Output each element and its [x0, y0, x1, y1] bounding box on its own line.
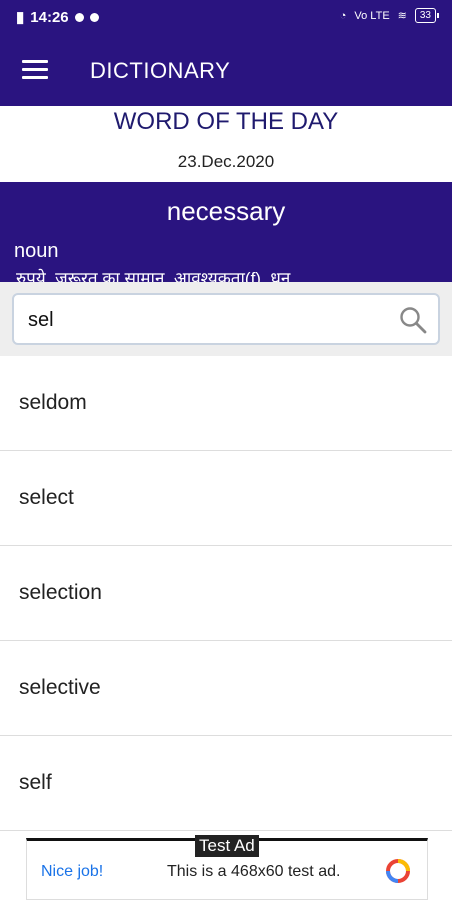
results-list: seldom select selection selective self: [0, 356, 452, 831]
list-item[interactable]: seldom: [0, 356, 452, 451]
status-right: ◔ Vo LTE ≋ 33: [339, 8, 440, 23]
status-time: 14:26: [30, 8, 69, 26]
network-label: Vo LTE: [354, 9, 390, 22]
word-of-day-word: necessary: [166, 196, 286, 226]
signal-icon: ▮: [16, 9, 25, 26]
hamburger-menu-icon[interactable]: [22, 60, 48, 80]
word-of-day-meaning: रुपये, जरूरत का सामान, आवश्यकता(f), धन: [16, 269, 291, 282]
status-bar: ▮ 14:26 ◔ Vo LTE ≋ 33: [0, 0, 452, 36]
word-of-day-heading: WORD OF THE DAY: [113, 108, 339, 135]
alarm-icon: ◔: [339, 9, 347, 22]
battery-icon: 33: [414, 8, 440, 23]
app-title: DICTIONARY: [90, 58, 231, 83]
list-item[interactable]: select: [0, 451, 452, 546]
search-icon[interactable]: [398, 305, 428, 335]
ad-text: This is a 468x60 test ad.: [167, 863, 341, 880]
list-item[interactable]: selective: [0, 641, 452, 736]
word-of-day-card[interactable]: necessary noun रुपये, जरूरत का सामान, आव…: [0, 182, 452, 282]
status-left: ▮ 14:26: [16, 8, 99, 26]
notification-dot-icon: [89, 12, 99, 22]
word-of-day-date: 23.Dec.2020: [177, 152, 275, 171]
wifi-icon: ≋: [397, 10, 407, 22]
app-bar: DICTIONARY: [0, 36, 452, 106]
list-item[interactable]: selection: [0, 546, 452, 641]
list-item[interactable]: self: [0, 736, 452, 831]
word-of-day-part-of-speech: noun: [14, 240, 59, 262]
notification-dot-icon: [74, 12, 84, 22]
search-input[interactable]: [28, 307, 388, 333]
search-box: [12, 293, 440, 345]
ad-tag: Test Ad: [195, 835, 259, 857]
ad-cta-link[interactable]: Nice job!: [41, 863, 103, 881]
ad-banner[interactable]: Test Ad Nice job! This is a 468x60 test …: [26, 835, 428, 900]
search-bar: [0, 282, 452, 356]
ad-logo-icon: [386, 859, 410, 883]
